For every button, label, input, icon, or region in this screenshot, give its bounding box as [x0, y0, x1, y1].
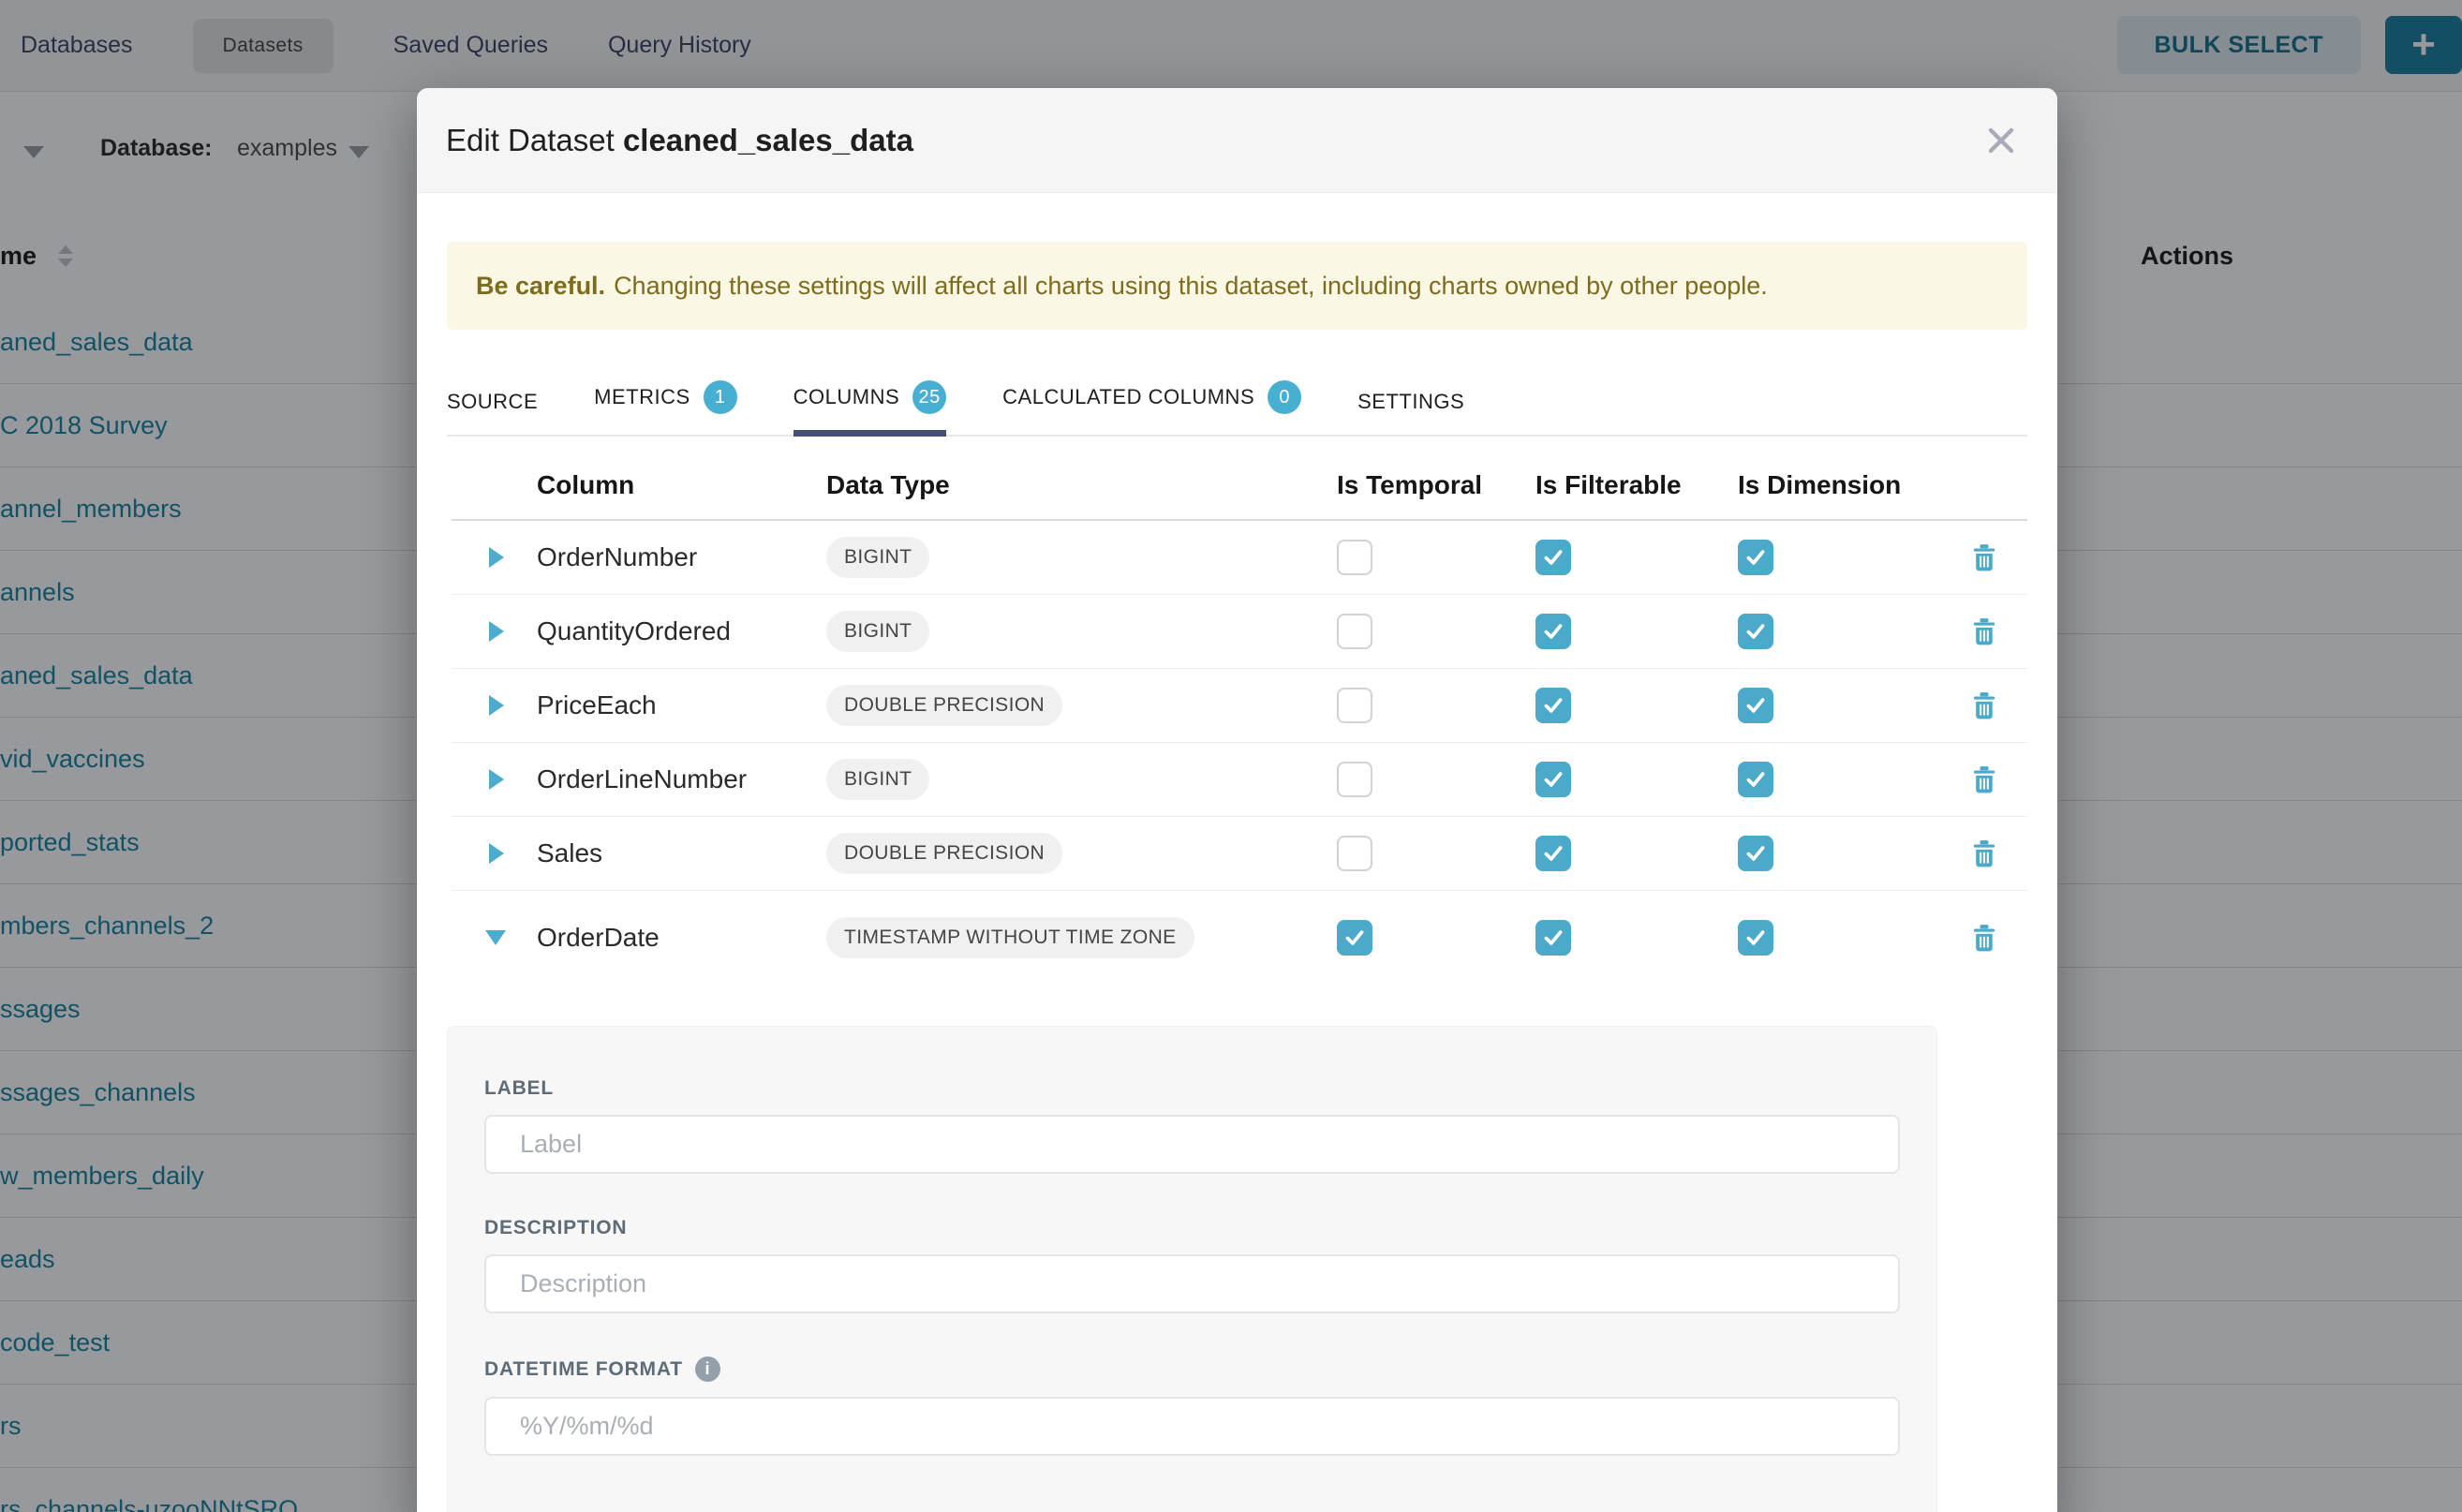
- close-icon[interactable]: [1984, 124, 2018, 157]
- data-type-pill: BIGINT: [826, 537, 929, 578]
- is-temporal-checkbox[interactable]: [1337, 920, 1372, 956]
- column-row: Sales DOUBLE PRECISION: [452, 817, 2027, 891]
- description-input[interactable]: [484, 1254, 1900, 1313]
- tab-metrics[interactable]: METRICS 1: [594, 380, 737, 435]
- is-dimension-checkbox[interactable]: [1738, 688, 1773, 723]
- expand-caret-icon[interactable]: [489, 547, 504, 568]
- is-temporal-header: Is Temporal: [1337, 470, 1535, 500]
- is-temporal-checkbox[interactable]: [1337, 836, 1372, 871]
- column-row: OrderLineNumber BIGINT: [452, 743, 2027, 817]
- column-name: OrderNumber: [537, 542, 826, 572]
- is-filterable-checkbox[interactable]: [1535, 540, 1571, 575]
- warning-text: Changing these settings will affect all …: [614, 272, 1768, 301]
- screen: Databases Datasets Saved Queries Query H…: [0, 0, 2462, 1512]
- data-type-pill: TIMESTAMP WITHOUT TIME ZONE: [826, 917, 1194, 958]
- is-filterable-checkbox[interactable]: [1535, 920, 1571, 956]
- is-filterable-checkbox[interactable]: [1535, 836, 1571, 871]
- is-temporal-checkbox[interactable]: [1337, 540, 1372, 575]
- dataset-name: cleaned_sales_data: [623, 123, 913, 157]
- column-header: Column: [537, 470, 826, 500]
- is-dimension-checkbox[interactable]: [1738, 614, 1773, 649]
- column-name: QuantityOrdered: [537, 616, 826, 646]
- is-dimension-checkbox[interactable]: [1738, 920, 1773, 956]
- expand-caret-icon[interactable]: [489, 695, 504, 716]
- columns-count-badge: 25: [912, 380, 946, 414]
- datetime-format-field: DATETIME FORMAT i: [484, 1356, 1900, 1456]
- description-field-label: DESCRIPTION: [484, 1217, 1900, 1239]
- data-type-header: Data Type: [826, 470, 1337, 500]
- collapse-caret-icon[interactable]: [485, 930, 506, 945]
- data-type-pill: DOUBLE PRECISION: [826, 833, 1062, 874]
- column-row: PriceEach DOUBLE PRECISION: [452, 669, 2027, 743]
- column-name: PriceEach: [537, 690, 826, 720]
- is-dimension-header: Is Dimension: [1738, 470, 1932, 500]
- description-field: DESCRIPTION: [484, 1217, 1900, 1313]
- is-temporal-checkbox[interactable]: [1337, 762, 1372, 797]
- data-type-pill: BIGINT: [826, 759, 929, 800]
- is-temporal-checkbox[interactable]: [1337, 688, 1372, 723]
- datetime-format-input[interactable]: [484, 1397, 1900, 1456]
- delete-column-button[interactable]: [1970, 689, 1998, 721]
- is-filterable-checkbox[interactable]: [1535, 762, 1571, 797]
- column-name: OrderDate: [537, 923, 826, 953]
- info-icon[interactable]: i: [695, 1356, 720, 1382]
- is-filterable-checkbox[interactable]: [1535, 688, 1571, 723]
- expand-caret-icon[interactable]: [489, 843, 504, 864]
- calculated-columns-count-badge: 0: [1268, 380, 1301, 414]
- expand-caret-icon[interactable]: [489, 621, 504, 642]
- delete-column-button[interactable]: [1970, 763, 1998, 795]
- data-type-pill: DOUBLE PRECISION: [826, 685, 1062, 726]
- column-row: OrderDate TIMESTAMP WITHOUT TIME ZONE: [452, 891, 2027, 985]
- column-name: OrderLineNumber: [537, 764, 826, 794]
- tab-calculated-columns[interactable]: CALCULATED COLUMNS 0: [1002, 380, 1301, 435]
- is-filterable-header: Is Filterable: [1535, 470, 1738, 500]
- tab-settings[interactable]: SETTINGS: [1357, 390, 1464, 435]
- data-type-pill: BIGINT: [826, 611, 929, 652]
- metrics-count-badge: 1: [704, 380, 737, 414]
- modal-header: Edit Dataset cleaned_sales_data: [417, 88, 2057, 193]
- is-dimension-checkbox[interactable]: [1738, 762, 1773, 797]
- tab-source[interactable]: SOURCE: [447, 390, 538, 435]
- datetime-format-field-label: DATETIME FORMAT i: [484, 1356, 1900, 1382]
- expand-caret-icon[interactable]: [489, 769, 504, 790]
- delete-column-button[interactable]: [1970, 838, 1998, 869]
- warning-bold: Be careful.: [476, 272, 605, 301]
- delete-column-button[interactable]: [1970, 541, 1998, 573]
- is-filterable-checkbox[interactable]: [1535, 614, 1571, 649]
- modal-tabs: SOURCE METRICS 1 COLUMNS 25 CALCULATED C…: [447, 380, 2027, 437]
- columns-table-header: Column Data Type Is Temporal Is Filterab…: [452, 452, 2027, 521]
- column-row: QuantityOrdered BIGINT: [452, 595, 2027, 669]
- tab-columns[interactable]: COLUMNS 25: [793, 380, 947, 437]
- modal-title: Edit Dataset cleaned_sales_data: [446, 123, 913, 158]
- is-dimension-checkbox[interactable]: [1738, 836, 1773, 871]
- modal-body: Be careful. Changing these settings will…: [417, 242, 2057, 1512]
- column-editor-panel: LABEL DESCRIPTION DATETIME FORMAT i: [447, 1026, 1937, 1512]
- label-field: LABEL: [484, 1077, 1900, 1174]
- edit-dataset-modal: Edit Dataset cleaned_sales_data Be caref…: [417, 88, 2057, 1512]
- delete-column-button[interactable]: [1970, 615, 1998, 647]
- label-field-label: LABEL: [484, 1077, 1900, 1100]
- warning-banner: Be careful. Changing these settings will…: [447, 242, 2027, 330]
- column-name: Sales: [537, 838, 826, 868]
- delete-column-button[interactable]: [1970, 922, 1998, 954]
- is-temporal-checkbox[interactable]: [1337, 614, 1372, 649]
- label-input[interactable]: [484, 1115, 1900, 1174]
- is-dimension-checkbox[interactable]: [1738, 540, 1773, 575]
- column-row: OrderNumber BIGINT: [452, 521, 2027, 595]
- columns-table: Column Data Type Is Temporal Is Filterab…: [447, 452, 2027, 985]
